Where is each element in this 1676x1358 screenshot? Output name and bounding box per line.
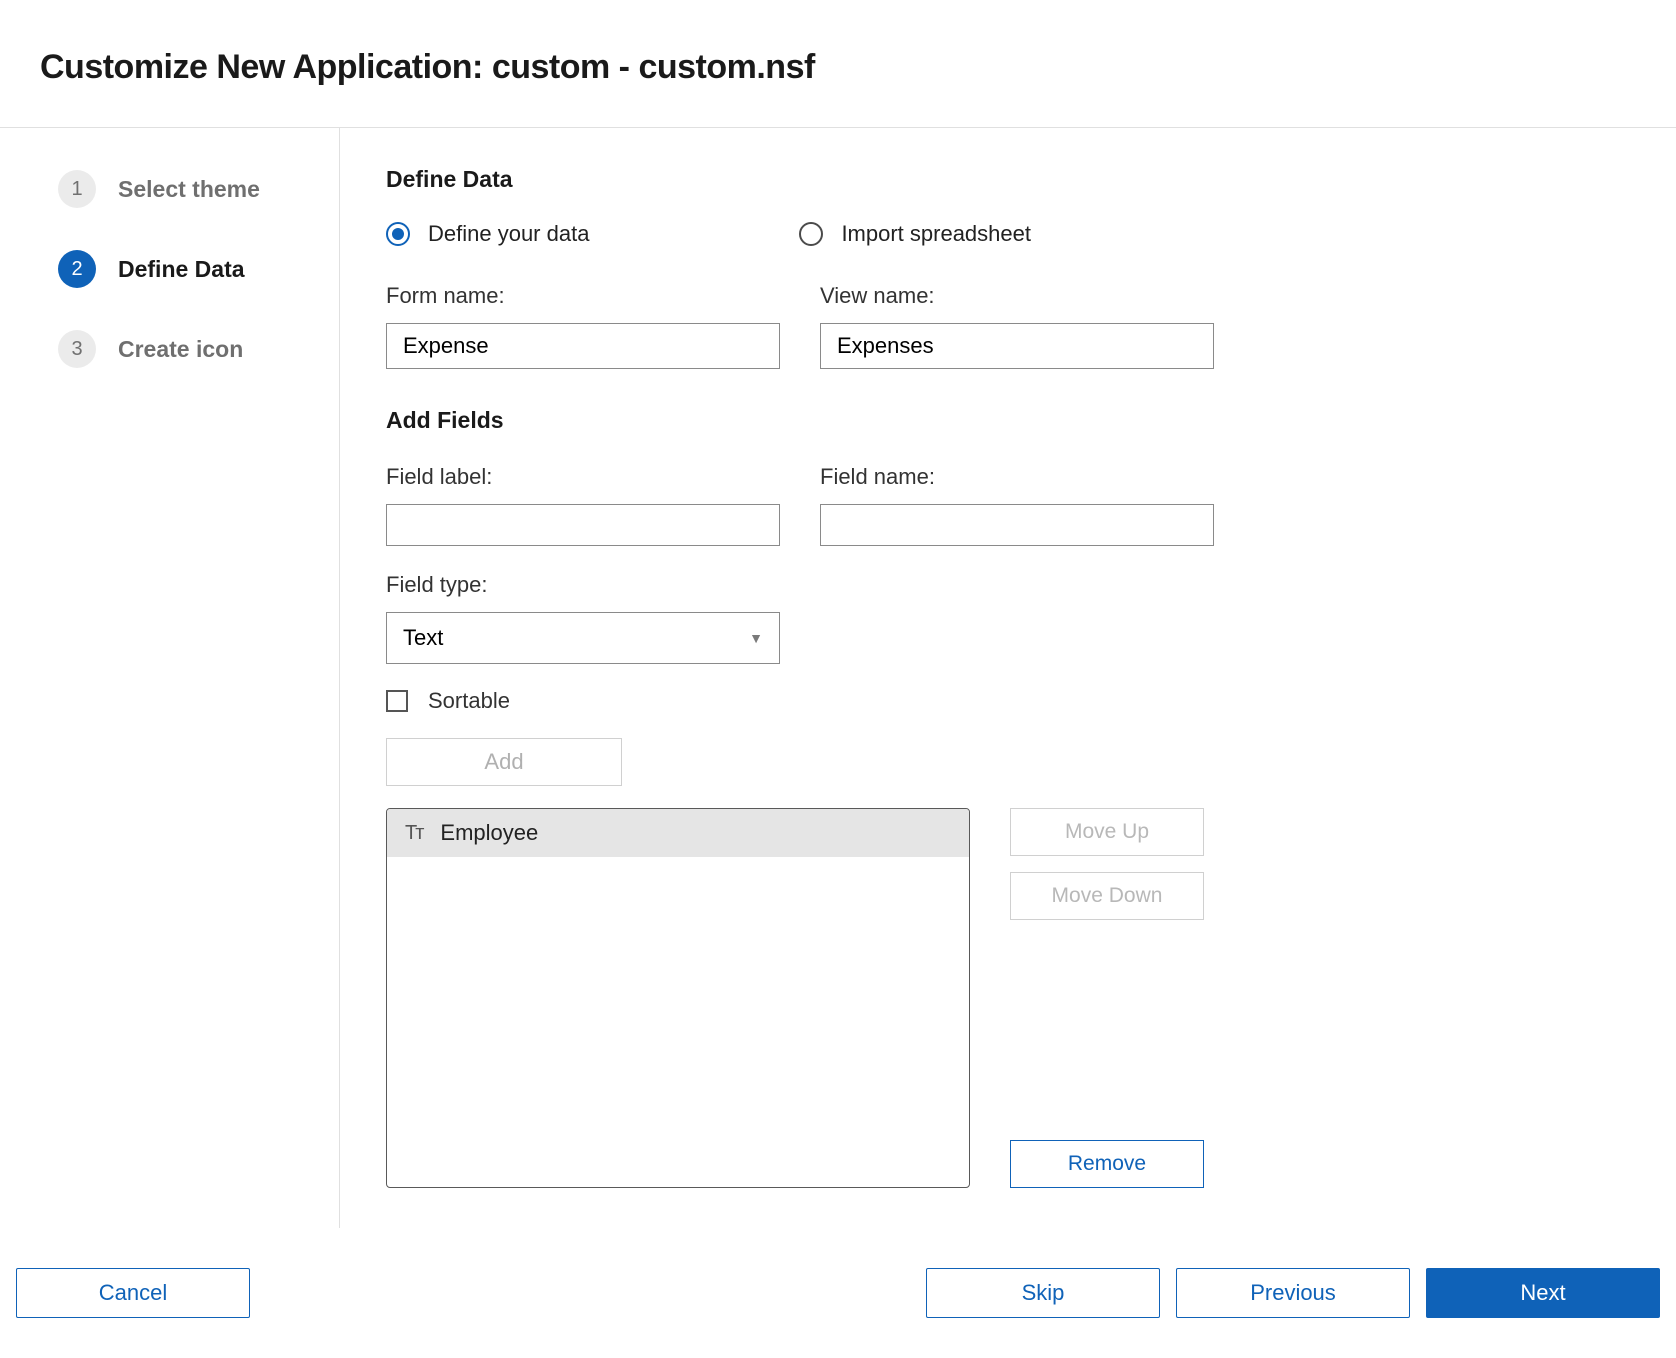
move-up-button[interactable]: Move Up (1010, 808, 1204, 856)
form-name-input[interactable] (386, 323, 780, 369)
field-side-buttons: Move Up Move Down Remove (1010, 808, 1204, 1188)
sortable-label: Sortable (428, 688, 510, 714)
field-type-select-wrap: Text ▼ (386, 612, 780, 664)
sortable-checkbox[interactable]: Sortable (386, 688, 1630, 714)
form-name-label: Form name: (386, 283, 780, 309)
add-fields-title: Add Fields (386, 407, 1630, 434)
content-area: 1 Select theme 2 Define Data 3 Create ic… (0, 128, 1676, 1228)
form-view-row: Form name: View name: (386, 283, 1630, 369)
remove-button[interactable]: Remove (1010, 1140, 1204, 1188)
field-type-value: Text (403, 625, 443, 651)
field-label-group: Field label: (386, 464, 780, 546)
dialog-footer: Cancel Skip Previous Next (0, 1228, 1676, 1338)
field-label-label: Field label: (386, 464, 780, 490)
field-list[interactable]: Tᴛ Employee (386, 808, 970, 1188)
step-create-icon[interactable]: 3 Create icon (58, 330, 307, 368)
skip-button[interactable]: Skip (926, 1268, 1160, 1318)
radio-define-your-data[interactable]: Define your data (386, 221, 589, 247)
text-type-icon: Tᴛ (405, 822, 422, 845)
main-panel: Define Data Define your data Import spre… (340, 128, 1676, 1228)
step-select-theme[interactable]: 1 Select theme (58, 170, 307, 208)
step-number: 1 (58, 170, 96, 208)
checkbox-box-icon (386, 690, 408, 712)
field-label-input[interactable] (386, 504, 780, 546)
view-name-label: View name: (820, 283, 1214, 309)
section-title: Define Data (386, 166, 1630, 193)
dialog-header: Customize New Application: custom - cust… (0, 0, 1676, 128)
field-item-label: Employee (440, 820, 538, 846)
field-list-item[interactable]: Tᴛ Employee (387, 809, 969, 857)
chevron-down-icon: ▼ (749, 630, 763, 646)
previous-button[interactable]: Previous (1176, 1268, 1410, 1318)
add-field-button[interactable]: Add (386, 738, 622, 786)
field-type-group: Field type: Text ▼ (386, 572, 1630, 664)
field-label-name-row: Field label: Field name: (386, 464, 1630, 546)
radio-label: Define your data (428, 221, 589, 247)
view-name-input[interactable] (820, 323, 1214, 369)
wizard-sidebar: 1 Select theme 2 Define Data 3 Create ic… (0, 128, 340, 1228)
step-number: 2 (58, 250, 96, 288)
cancel-button[interactable]: Cancel (16, 1268, 250, 1318)
form-name-group: Form name: (386, 283, 780, 369)
field-name-input[interactable] (820, 504, 1214, 546)
step-number: 3 (58, 330, 96, 368)
field-name-label: Field name: (820, 464, 1214, 490)
next-button[interactable]: Next (1426, 1268, 1660, 1318)
step-label: Select theme (118, 176, 260, 203)
field-name-group: Field name: (820, 464, 1214, 546)
step-label: Define Data (118, 256, 245, 283)
radio-import-spreadsheet[interactable]: Import spreadsheet (799, 221, 1031, 247)
radio-dot-icon (392, 228, 404, 240)
field-type-select[interactable]: Text ▼ (386, 612, 780, 664)
fields-list-area: Tᴛ Employee Move Up Move Down Remove (386, 808, 1630, 1188)
step-label: Create icon (118, 336, 243, 363)
radio-label: Import spreadsheet (841, 221, 1031, 247)
view-name-group: View name: (820, 283, 1214, 369)
data-mode-radio-group: Define your data Import spreadsheet (386, 221, 1630, 247)
radio-circle-icon (386, 222, 410, 246)
step-define-data[interactable]: 2 Define Data (58, 250, 307, 288)
field-type-label: Field type: (386, 572, 1630, 598)
footer-right-buttons: Skip Previous Next (926, 1268, 1660, 1318)
move-buttons: Move Up Move Down (1010, 808, 1204, 920)
radio-circle-icon (799, 222, 823, 246)
page-title: Customize New Application: custom - cust… (40, 48, 1636, 87)
move-down-button[interactable]: Move Down (1010, 872, 1204, 920)
